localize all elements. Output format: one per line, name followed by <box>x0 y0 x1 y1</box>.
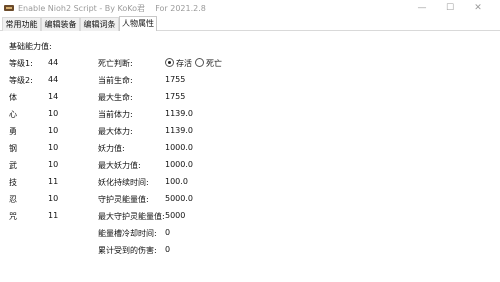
stat-value[interactable]: 14 <box>48 92 58 101</box>
dead-radio-label[interactable]: 死亡 <box>206 58 222 69</box>
attr-value[interactable]: 0 <box>165 245 170 254</box>
tab-bar: 常用功能 编辑装备 编辑词条 人物属性 <box>0 16 500 32</box>
attr-value[interactable]: 5000.0 <box>165 194 193 203</box>
close-button[interactable]: ✕ <box>464 0 492 16</box>
stat-value[interactable]: 11 <box>48 177 58 186</box>
attr-value[interactable]: 1755 <box>165 92 185 101</box>
stat-value[interactable]: 10 <box>48 160 58 169</box>
attr-label: 当前生命: <box>98 76 133 85</box>
stat-value[interactable]: 11 <box>48 211 58 220</box>
app-icon <box>4 5 14 11</box>
attr-label: 最大妖力值: <box>98 161 141 170</box>
stat-label: 心 <box>9 110 17 119</box>
attr-value[interactable]: 100.0 <box>165 177 188 186</box>
window-title: Enable Nioh2 Script - By KoKo君 For 2021.… <box>18 4 206 13</box>
attr-value[interactable]: 1000.0 <box>165 160 193 169</box>
title-bar: Enable Nioh2 Script - By KoKo君 For 2021.… <box>0 0 500 16</box>
attr-label: 最大守护灵能量值: <box>98 212 165 221</box>
tab-character-attributes[interactable]: 人物属性 <box>119 16 157 32</box>
stat-value[interactable]: 10 <box>48 143 58 152</box>
attr-label: 累计受到的伤害: <box>98 246 157 255</box>
stat-value[interactable]: 10 <box>48 126 58 135</box>
alive-radio[interactable] <box>165 58 174 67</box>
attr-label: 能量槽冷却时间: <box>98 229 157 238</box>
stat-value[interactable]: 10 <box>48 194 58 203</box>
minimize-button[interactable]: — <box>408 0 436 16</box>
death-judgement-label: 死亡判断: <box>98 59 133 68</box>
attr-value[interactable]: 0 <box>165 228 170 237</box>
minimize-icon: — <box>417 3 427 13</box>
maximize-icon: ☐ <box>445 3 455 13</box>
stat-label: 等级1: <box>9 59 33 68</box>
stat-label: 体 <box>9 93 17 102</box>
stat-label: 忍 <box>9 195 17 204</box>
maximize-button[interactable]: ☐ <box>436 0 464 16</box>
close-icon: ✕ <box>474 3 482 13</box>
attr-label: 最大体力: <box>98 127 133 136</box>
attr-label: 最大生命: <box>98 93 133 102</box>
alive-radio-label[interactable]: 存活 <box>176 58 192 69</box>
dead-radio[interactable] <box>195 58 204 67</box>
attr-value[interactable]: 5000 <box>165 211 185 220</box>
stat-label: 勇 <box>9 127 17 136</box>
attr-value[interactable]: 1755 <box>165 75 185 84</box>
tab-common-functions[interactable]: 常用功能 <box>2 17 41 31</box>
tab-edit-equipment[interactable]: 编辑装备 <box>41 17 80 31</box>
stat-label: 咒 <box>9 212 17 221</box>
stat-value[interactable]: 10 <box>48 109 58 118</box>
stat-label: 钢 <box>9 144 17 153</box>
attr-value[interactable]: 1139.0 <box>165 126 193 135</box>
attr-label: 当前体力: <box>98 110 133 119</box>
basic-stats-heading: 基础能力值: <box>9 42 52 51</box>
stat-value[interactable]: 44 <box>48 75 58 84</box>
stat-label: 技 <box>9 178 17 187</box>
tab-edit-affixes[interactable]: 编辑词条 <box>80 17 119 31</box>
attr-label: 守护灵能量值: <box>98 195 149 204</box>
attr-value[interactable]: 1000.0 <box>165 143 193 152</box>
stat-value[interactable]: 44 <box>48 58 58 67</box>
stat-label: 等级2: <box>9 76 33 85</box>
attributes-panel <box>1 31 499 282</box>
stat-label: 武 <box>9 161 17 170</box>
attr-label: 妖力值: <box>98 144 125 153</box>
attr-value[interactable]: 1139.0 <box>165 109 193 118</box>
attr-label: 妖化持续时间: <box>98 178 149 187</box>
